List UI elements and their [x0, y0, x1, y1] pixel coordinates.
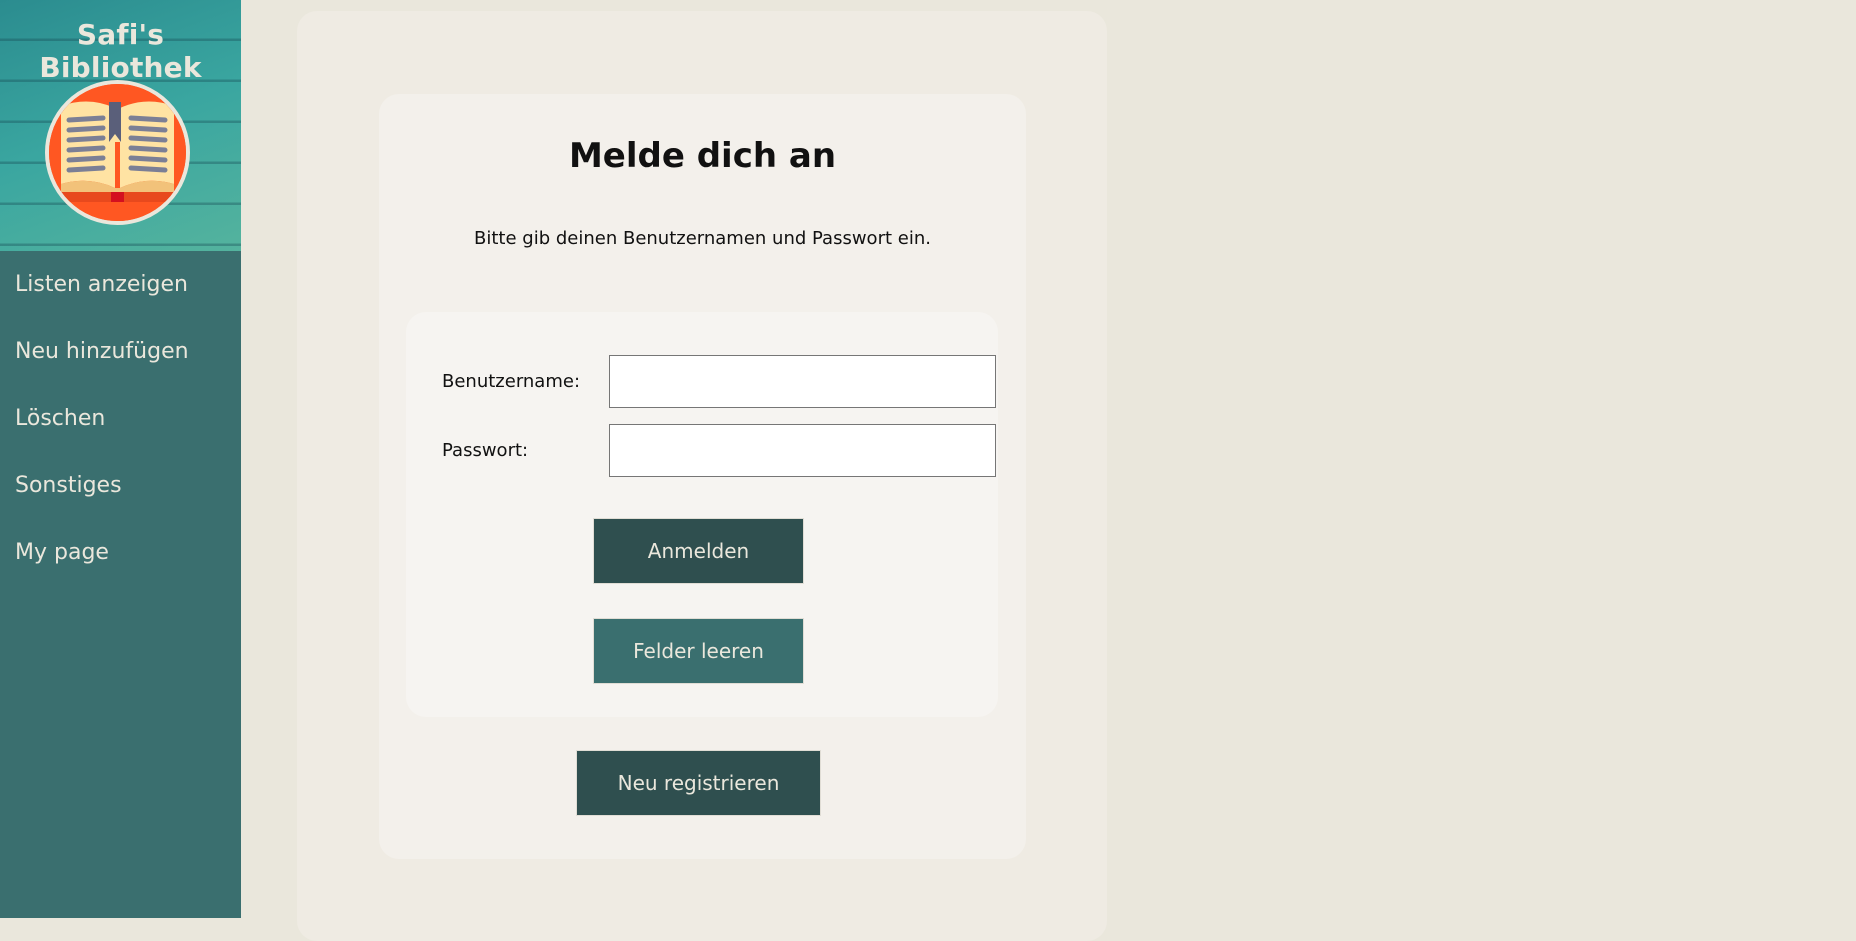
sidebar-header: Safi's Bibliothek: [0, 0, 241, 251]
username-input[interactable]: [609, 355, 996, 408]
login-instructions: Bitte gib deinen Benutzernamen und Passw…: [474, 228, 931, 249]
register-button[interactable]: Neu registrieren: [576, 750, 821, 816]
sidebar-item-listen-anzeigen[interactable]: Listen anzeigen: [0, 251, 241, 318]
login-card: Melde dich an Bitte gib deinen Benutzern…: [379, 94, 1026, 859]
username-label: Benutzername:: [442, 371, 581, 392]
login-form: Benutzername: Passwort: Anmelden Felder …: [406, 312, 998, 717]
sidebar: Safi's Bibliothek Listen anzeigen Neu hi…: [0, 0, 241, 918]
password-input[interactable]: [609, 424, 996, 477]
login-button[interactable]: Anmelden: [593, 518, 804, 584]
page-title: Melde dich an: [568, 136, 837, 176]
sidebar-item-my-page[interactable]: My page: [0, 519, 241, 586]
sidebar-item-loeschen[interactable]: Löschen: [0, 385, 241, 452]
password-row: Passwort:: [442, 424, 996, 478]
app-title: Safi's Bibliothek: [39, 18, 202, 84]
sidebar-item-sonstiges[interactable]: Sonstiges: [0, 452, 241, 519]
sidebar-nav: Listen anzeigen Neu hinzufügen Löschen S…: [0, 251, 241, 586]
clear-fields-button[interactable]: Felder leeren: [593, 618, 804, 684]
open-book-icon: [45, 80, 190, 225]
sidebar-item-neu-hinzufuegen[interactable]: Neu hinzufügen: [0, 318, 241, 385]
password-label: Passwort:: [442, 440, 529, 461]
username-row: Benutzername:: [442, 355, 996, 409]
main-panel: Melde dich an Bitte gib deinen Benutzern…: [297, 11, 1107, 941]
